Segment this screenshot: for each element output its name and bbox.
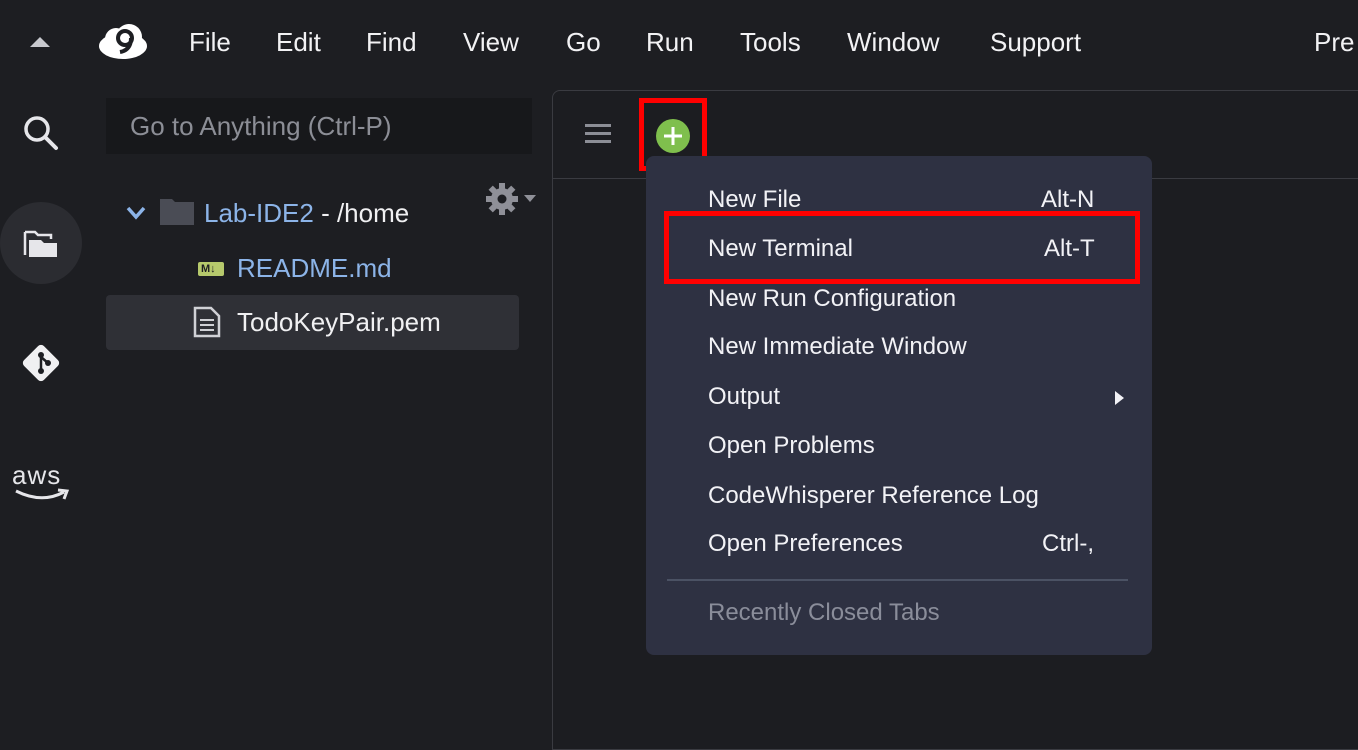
- tree-file-pem[interactable]: TodoKeyPair.pem: [237, 295, 441, 349]
- chevron-down-icon[interactable]: [126, 206, 146, 220]
- collapse-up-icon[interactable]: [28, 34, 52, 50]
- menu-item-output[interactable]: Output: [708, 381, 780, 413]
- menu-item-open-problems[interactable]: Open Problems: [708, 430, 875, 462]
- menu-preview-cut[interactable]: Pre: [1314, 24, 1354, 60]
- menu-view[interactable]: View: [463, 24, 519, 60]
- submenu-arrow-icon: [1115, 391, 1124, 405]
- menu-go[interactable]: Go: [566, 24, 601, 60]
- menu-item-recently-closed-tabs: Recently Closed Tabs: [708, 599, 940, 626]
- aws-label: aws: [12, 460, 62, 490]
- menu-support[interactable]: Support: [990, 24, 1081, 60]
- files-icon[interactable]: [23, 228, 59, 260]
- menu-file[interactable]: File: [189, 24, 231, 60]
- menu-bar: File Edit Find View Go Run Tools Window …: [0, 0, 1358, 86]
- hamburger-menu-icon[interactable]: [585, 123, 611, 143]
- menu-run[interactable]: Run: [646, 24, 694, 60]
- menu-find[interactable]: Find: [366, 24, 417, 60]
- new-terminal-highlight: [664, 211, 1140, 284]
- menu-edit[interactable]: Edit: [276, 24, 321, 60]
- cloud9-logo-icon[interactable]: [96, 22, 150, 62]
- git-icon[interactable]: [18, 340, 64, 386]
- file-text-icon: [193, 306, 221, 338]
- markdown-icon: M↓: [198, 262, 224, 276]
- gear-icon[interactable]: [484, 181, 542, 217]
- menu-separator: [667, 579, 1128, 581]
- aws-smile-icon: [15, 488, 70, 500]
- tree-project-root[interactable]: Lab-IDE2 - /home: [204, 186, 409, 240]
- menu-item-new-immediate-window[interactable]: New Immediate Window: [708, 331, 967, 363]
- goto-anything-input[interactable]: Go to Anything (Ctrl-P): [106, 98, 532, 154]
- menu-tools[interactable]: Tools: [740, 24, 801, 60]
- menu-item-open-preferences[interactable]: Open Preferences: [708, 528, 903, 560]
- menu-item-new-run-configuration[interactable]: New Run Configuration: [708, 283, 956, 315]
- tree-file-readme[interactable]: README.md: [237, 241, 392, 295]
- menu-item-codewhisperer-reference-log[interactable]: CodeWhisperer Reference Log: [708, 480, 1039, 512]
- menu-window[interactable]: Window: [847, 24, 939, 60]
- aws-icon[interactable]: aws: [12, 460, 72, 504]
- project-name: Lab-IDE2: [204, 198, 314, 228]
- folder-icon: [160, 199, 194, 225]
- search-icon[interactable]: [22, 114, 60, 152]
- project-path: - /home: [313, 198, 410, 228]
- shortcut-open-preferences: Ctrl-,: [1042, 530, 1094, 557]
